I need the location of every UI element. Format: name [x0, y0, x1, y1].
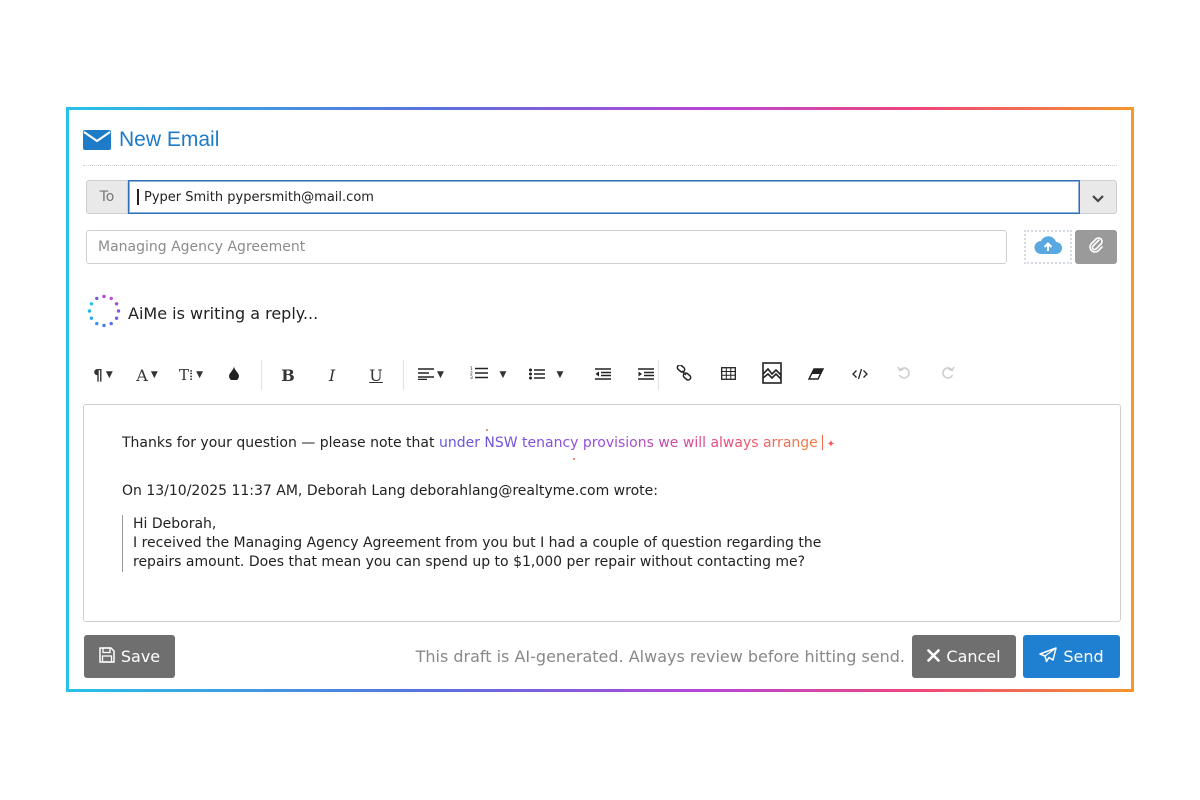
paragraph-icon: ¶: [93, 366, 103, 384]
quoted-message: Hi Deborah, I received the Managing Agen…: [122, 515, 821, 572]
sparkle-icon: ✦: [826, 439, 836, 450]
quote-line: Hi Deborah,: [133, 516, 217, 532]
caret-down-icon: ▼: [556, 370, 564, 380]
redo-icon: [941, 366, 955, 384]
text-cursor: [137, 189, 139, 205]
email-compose-panel: New Email To Pyper Smith pypersmith@mail…: [66, 107, 1134, 692]
code-view-button[interactable]: [845, 357, 875, 393]
send-button[interactable]: Send: [1023, 635, 1120, 678]
ai-status: AiMe is writing a reply...: [87, 294, 318, 332]
link-button[interactable]: [669, 357, 699, 393]
compose-footer: Save This draft is AI-generated. Always …: [83, 635, 1123, 679]
reply-text: Thanks for your question — please note t…: [122, 435, 439, 451]
caret-down-icon: ▼: [105, 370, 113, 380]
link-icon: [676, 364, 692, 385]
unordered-list-icon: [528, 366, 545, 384]
align-left-icon: [418, 366, 435, 384]
panel-header: New Email: [83, 128, 219, 152]
close-icon: [927, 647, 946, 666]
quote-line: repairs amount. Does that mean you can s…: [133, 554, 806, 570]
toolbar-divider: [403, 360, 404, 390]
font-size-button[interactable]: T⁞ ▼: [173, 357, 209, 393]
outdent-icon: [595, 366, 611, 384]
svg-text:3: 3: [470, 375, 473, 380]
caret-down-icon: ▼: [437, 370, 444, 380]
reply-first-line: Thanks for your question — please note t…: [122, 435, 835, 451]
align-button[interactable]: ▼: [413, 357, 449, 393]
cancel-button[interactable]: Cancel: [912, 635, 1016, 678]
underline-icon: U: [369, 365, 383, 385]
italic-icon: I: [328, 365, 336, 385]
table-icon: [720, 366, 736, 384]
italic-button[interactable]: I: [317, 357, 347, 393]
undo-button[interactable]: [889, 357, 919, 393]
caret-down-icon: ▼: [150, 370, 158, 380]
caret-down-icon: ▼: [499, 370, 507, 380]
ai-streaming-text: under NSW tenancy provisions we will alw…: [438, 435, 818, 451]
clear-format-button[interactable]: [801, 357, 831, 393]
undo-icon: [897, 366, 911, 384]
paperclip-icon: [1088, 236, 1104, 258]
save-button[interactable]: Save: [84, 635, 175, 678]
paragraph-style-button[interactable]: ¶ ▼: [85, 357, 121, 393]
cloud-upload-icon: [1033, 234, 1063, 260]
ai-cursor: [821, 435, 823, 450]
editor-toolbar: ¶ ▼ A ▼ T⁞ ▼ B I U ▼ 12 3 ▼ ▼: [83, 357, 1123, 393]
toolbar-divider: [658, 360, 659, 390]
message-body-editor[interactable]: Thanks for your question — please note t…: [83, 404, 1121, 622]
highlight-icon: [229, 366, 239, 384]
subject-input[interactable]: Managing Agency Agreement: [86, 230, 1007, 264]
chevron-down-icon: [1092, 188, 1104, 207]
cancel-label: Cancel: [946, 647, 1001, 666]
send-label: Send: [1063, 647, 1104, 666]
ai-status-text: AiMe is writing a reply...: [128, 303, 319, 323]
bold-icon: B: [281, 365, 295, 385]
loading-spinner-icon: [87, 294, 121, 332]
header-divider: [83, 165, 1117, 166]
bold-button[interactable]: B: [273, 357, 303, 393]
highlight-button[interactable]: [219, 357, 249, 393]
indent-button[interactable]: [621, 357, 671, 393]
to-recipient: Pyper Smith pypersmith@mail.com: [144, 189, 374, 205]
panel-title: New Email: [119, 128, 220, 151]
toolbar-divider: [261, 360, 262, 390]
sparkle-dot: [486, 429, 488, 431]
code-view-icon: [852, 366, 868, 384]
sparkle-dot: [573, 458, 575, 460]
caret-down-icon: ▼: [196, 370, 204, 380]
paper-plane-icon: [1039, 646, 1063, 667]
cloud-upload-button[interactable]: [1024, 230, 1072, 264]
ordered-list-button[interactable]: 123 ▼: [463, 357, 513, 393]
quote-line: I received the Managing Agency Agreement…: [133, 535, 822, 551]
image-icon: [762, 362, 782, 388]
redo-button[interactable]: [933, 357, 963, 393]
to-field-group: To Pyper Smith pypersmith@mail.com: [86, 180, 1117, 214]
save-label: Save: [120, 647, 161, 666]
attach-file-button[interactable]: [1075, 230, 1117, 264]
ordered-list-icon: 123: [470, 366, 488, 384]
unordered-list-button[interactable]: ▼: [521, 357, 571, 393]
eraser-icon: [807, 366, 825, 384]
underline-button[interactable]: U: [361, 357, 391, 393]
subject-placeholder: Managing Agency Agreement: [98, 239, 306, 255]
insert-image-button[interactable]: [755, 357, 789, 393]
font-size-icon: T⁞: [178, 365, 194, 384]
ai-disclaimer: This draft is AI-generated. Always revie…: [415, 647, 905, 666]
indent-icon: [638, 366, 654, 384]
to-label: To: [86, 180, 128, 214]
to-input[interactable]: Pyper Smith pypersmith@mail.com: [128, 180, 1080, 214]
envelope-icon: [83, 129, 111, 151]
font-color-button[interactable]: A ▼: [129, 357, 165, 393]
to-dropdown-button[interactable]: [1080, 180, 1117, 214]
table-button[interactable]: [713, 357, 743, 393]
font-color-icon: A: [136, 365, 148, 385]
quote-header: On 13/10/2025 11:37 AM, Deborah Lang deb…: [122, 483, 658, 499]
floppy-disk-icon: [99, 646, 121, 667]
